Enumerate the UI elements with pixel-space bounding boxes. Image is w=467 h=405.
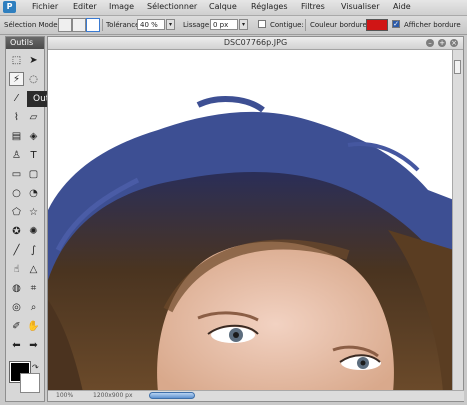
stamp-icon[interactable]: ♙ <box>9 148 24 162</box>
menu-aide[interactable]: Aide <box>393 2 411 11</box>
text-icon[interactable]: T <box>26 148 41 162</box>
portrait-photo <box>48 50 454 392</box>
eyedropper-icon[interactable]: ⁄ <box>9 91 24 105</box>
maximize-icon[interactable]: + <box>438 39 446 47</box>
contiguous-checkbox[interactable] <box>258 20 266 28</box>
image-dimensions: 1200x900 px <box>93 392 133 399</box>
rectangle-icon[interactable]: ▭ <box>9 167 24 181</box>
polygon-icon[interactable]: ⬠ <box>9 205 24 219</box>
zoom-level: 100% <box>56 392 74 399</box>
menu-bar: P Fichier Editer Image Sélectionner Calq… <box>0 0 467 16</box>
divider <box>102 19 103 31</box>
show-border-checkbox[interactable]: ✓ <box>392 20 400 28</box>
line-icon[interactable]: ╱ <box>9 243 24 257</box>
vertical-scroll-thumb[interactable] <box>454 60 461 74</box>
color-replace-icon[interactable]: ✐ <box>9 319 24 333</box>
menu-editer[interactable]: Editer <box>73 2 97 11</box>
menu-fichier[interactable]: Fichier <box>32 2 58 11</box>
menu-visualiser[interactable]: Visualiser <box>341 2 379 11</box>
magic-wand-icon[interactable]: ⚡ <box>9 72 24 86</box>
color-swatches: ↷ <box>9 361 41 398</box>
rounded-rectangle-icon[interactable]: ▢ <box>26 167 41 181</box>
flower-icon[interactable]: ✺ <box>26 224 41 238</box>
crop-icon[interactable]: ⌗ <box>26 281 41 295</box>
bucket-icon[interactable]: ◈ <box>26 129 41 143</box>
arrow-right-icon[interactable]: ➡ <box>26 338 41 352</box>
contiguous-label: Contigue: <box>270 21 304 29</box>
minimize-icon[interactable]: – <box>426 39 434 47</box>
ellipse-icon[interactable]: ○ <box>9 186 24 200</box>
badge-icon[interactable]: ✪ <box>9 224 24 238</box>
gradient-icon[interactable]: ▤ <box>9 129 24 143</box>
tolerance-field[interactable]: 40 % <box>137 19 165 30</box>
menu-selectionner[interactable]: Sélectionner <box>147 2 197 11</box>
selection-mode-label: Sélection Mode: <box>4 21 60 29</box>
border-color-label: Couleur bordure: <box>310 21 370 29</box>
document-title: DSC07766p.JPG <box>48 37 463 50</box>
smudge-icon[interactable]: ☝ <box>9 262 24 276</box>
selection-mode-subtract-button[interactable] <box>86 18 100 32</box>
image-canvas[interactable] <box>48 50 454 392</box>
vertical-scrollbar[interactable] <box>452 50 463 392</box>
sponge-icon[interactable]: ◎ <box>9 300 24 314</box>
move-icon[interactable]: ➤ <box>26 53 41 67</box>
menu-reglages[interactable]: Réglages <box>251 2 288 11</box>
smoothing-field[interactable]: 0 px <box>210 19 238 30</box>
horizontal-scroll-thumb[interactable] <box>149 392 195 399</box>
background-color[interactable] <box>20 373 40 393</box>
document-window: DSC07766p.JPG – + × 100% 1200x900 px <box>47 36 464 402</box>
horizontal-scrollbar[interactable]: 100% 1200x900 px <box>48 390 464 401</box>
eraser-icon[interactable]: ▱ <box>26 110 41 124</box>
smoothing-dropdown-icon[interactable]: ▾ <box>239 19 248 30</box>
show-border-label: Afficher bordure <box>404 21 461 29</box>
border-color-swatch[interactable] <box>366 19 388 31</box>
close-icon[interactable]: × <box>450 39 458 47</box>
tool-options-bar: Sélection Mode: Tolérance: 40 % ▾ Lissag… <box>0 16 467 35</box>
brush-icon[interactable]: ⌇ <box>9 110 24 124</box>
app-logo-icon: P <box>3 1 16 13</box>
hand-icon[interactable]: ✋ <box>26 319 41 333</box>
menu-image[interactable]: Image <box>109 2 134 11</box>
zoom-icon[interactable]: ⌕ <box>26 300 41 314</box>
toolbox-title: Outils <box>6 37 44 49</box>
menu-filtres[interactable]: Filtres <box>301 2 325 11</box>
sharpen-icon[interactable]: △ <box>26 262 41 276</box>
selection-mode-new-button[interactable] <box>58 18 72 32</box>
rectangle-select-icon[interactable]: ⬚ <box>9 53 24 67</box>
lasso-icon[interactable]: ◌ <box>26 72 41 86</box>
selection-mode-add-button[interactable] <box>72 18 86 32</box>
curve-icon[interactable]: ∫ <box>26 243 41 257</box>
arrow-left-icon[interactable]: ⬅ <box>9 338 24 352</box>
menu-calque[interactable]: Calque <box>209 2 237 11</box>
custom-shape-icon[interactable]: ◔ <box>26 186 41 200</box>
swap-colors-icon[interactable]: ↷ <box>32 363 39 372</box>
divider <box>305 19 306 31</box>
star-icon[interactable]: ☆ <box>26 205 41 219</box>
smoothing-label: Lissage: <box>183 21 212 29</box>
blur-icon[interactable]: ◍ <box>9 281 24 295</box>
tolerance-dropdown-icon[interactable]: ▾ <box>166 19 175 30</box>
